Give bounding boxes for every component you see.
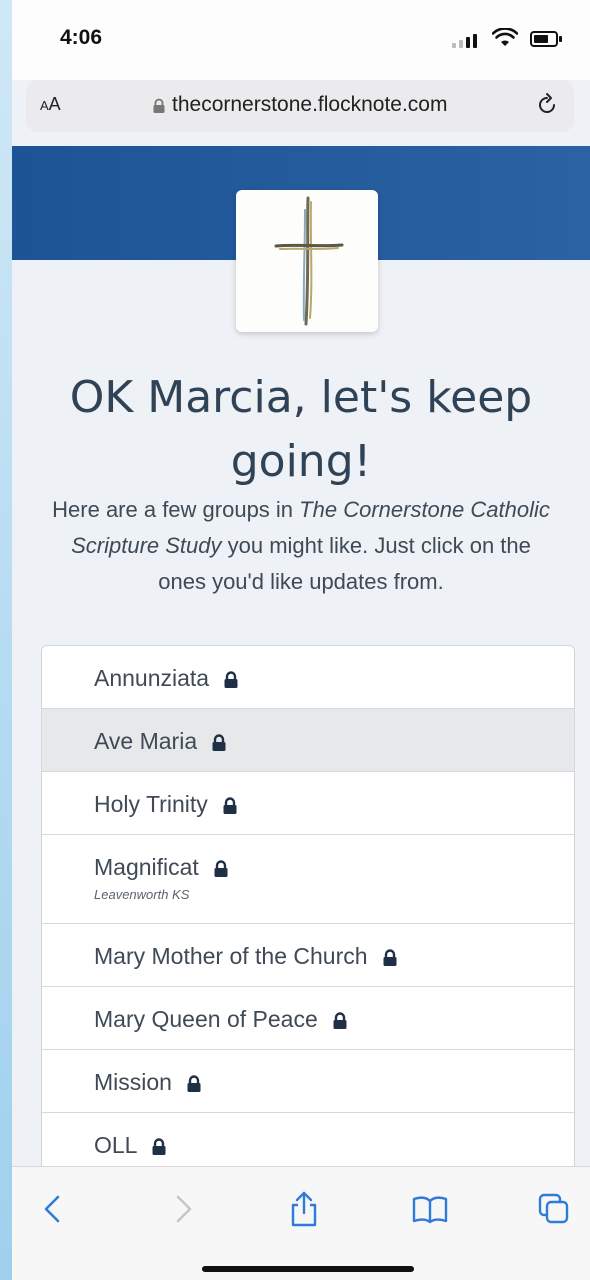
lock-icon: [223, 797, 237, 814]
group-name: OLL: [94, 1132, 138, 1158]
lock-icon: [212, 734, 226, 751]
group-name: Magnificat: [94, 854, 199, 880]
group-item[interactable]: Mission: [42, 1050, 574, 1113]
url-text[interactable]: thecornerstone.flocknote.com: [172, 93, 447, 117]
lock-icon: [224, 671, 238, 688]
group-item[interactable]: Mary Mother of the Church: [42, 924, 574, 987]
lock-icon: [152, 1138, 166, 1155]
group-name: Mission: [94, 1069, 172, 1095]
group-name: Ave Maria: [94, 728, 198, 754]
group-name: Mary Queen of Peace: [94, 1006, 318, 1032]
group-name: Annunziata: [94, 665, 210, 691]
organization-logo: [236, 190, 378, 332]
lock-icon: [383, 949, 397, 966]
group-list: Annunziata Ave Maria Holy Trinity Magnifica…: [41, 645, 575, 1247]
group-item[interactable]: Ave Maria: [42, 709, 574, 772]
address-bar[interactable]: AA thecornerstone.flocknote.com: [26, 80, 574, 132]
status-bar: 4:06: [12, 0, 590, 80]
lock-icon: [333, 1012, 347, 1029]
wifi-icon: [492, 28, 518, 46]
browser-toolbar: [12, 1166, 590, 1280]
lock-icon: [187, 1075, 201, 1092]
group-item[interactable]: Annunziata: [42, 646, 574, 709]
status-time: 4:06: [60, 26, 103, 49]
battery-icon: [530, 31, 562, 47]
cross-icon: [274, 196, 344, 326]
back-icon[interactable]: [34, 1189, 74, 1229]
group-name: Mary Mother of the Church: [94, 943, 368, 969]
reload-icon[interactable]: [534, 92, 560, 118]
group-subtitle: Leavenworth KS: [94, 887, 190, 902]
cellular-signal-icon: [452, 32, 482, 48]
group-item[interactable]: Mary Queen of Peace: [42, 987, 574, 1050]
share-icon[interactable]: [284, 1189, 324, 1229]
intro-text: Here are a few groups in The Cornerstone…: [52, 497, 550, 594]
phone-screen: 4:06 AA thecornerstone.flocknote.com OK …: [12, 0, 590, 1280]
home-indicator: [202, 1266, 414, 1272]
group-item[interactable]: Magnificat Leavenworth KS: [42, 835, 574, 924]
bookmarks-icon[interactable]: [410, 1189, 450, 1229]
forward-icon[interactable]: [162, 1189, 202, 1229]
lock-icon: [214, 860, 228, 877]
page-title: OK Marcia, let's keep going!: [69, 372, 533, 487]
tabs-icon[interactable]: [534, 1189, 574, 1229]
group-item[interactable]: Holy Trinity: [42, 772, 574, 835]
group-name: Holy Trinity: [94, 791, 208, 817]
reader-text-size-button[interactable]: AA: [40, 94, 61, 115]
lock-icon: [153, 98, 165, 113]
